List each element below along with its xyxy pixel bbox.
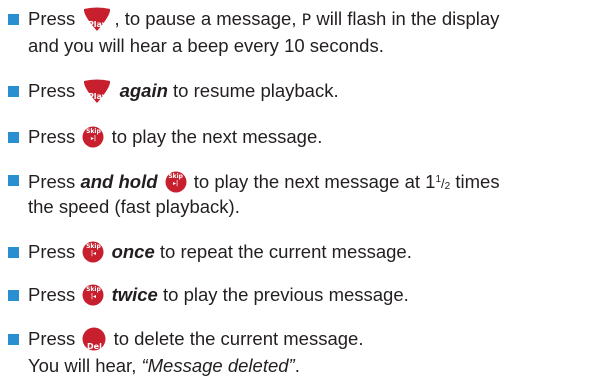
press-text: Press	[28, 241, 76, 262]
instruction-text: the speed (fast playback).	[28, 196, 240, 217]
display-flash-char: P	[301, 10, 312, 29]
play-button-icon: Play	[82, 78, 112, 104]
press-text: Press	[28, 284, 76, 305]
list-item-text: Press Play , to pause a message, P will …	[28, 5, 594, 59]
bullet-square-icon	[8, 175, 19, 186]
list-item-text: Press and hold Skip ▸| to play the next …	[28, 166, 594, 220]
instruction-text: to play the next message.	[111, 126, 323, 147]
quoted-prompt: “Message deleted”	[141, 355, 295, 376]
skip-back-button-icon: Skip |◂	[82, 284, 104, 306]
list-item-text: Press Play again to resume playback.	[28, 77, 594, 104]
list-item-text: Press Del to delete the current message.…	[28, 325, 594, 379]
instruction-text: to play the previous message.	[163, 284, 409, 305]
bullet-square-icon	[8, 247, 19, 258]
instruction-text: to resume playback.	[173, 80, 339, 101]
list-item-text: Press Skip |◂ once to repeat the current…	[28, 238, 594, 265]
instruction-text: You will hear,	[28, 355, 137, 376]
instruction-text: , to pause a message,	[114, 8, 297, 29]
instruction-text: will flash in the display	[316, 8, 500, 29]
delete-button-icon: Del	[82, 327, 106, 351]
instruction-text: to repeat the current message.	[159, 241, 412, 262]
skip-button-icon: Skip ▸|	[165, 171, 187, 193]
fraction-half: 1/2	[435, 174, 451, 192]
bullet-square-icon	[8, 14, 19, 25]
bullet-square-icon	[8, 290, 19, 301]
list-item-text: Press Skip |◂ twice to play the previous…	[28, 281, 594, 308]
press-text: Press	[28, 126, 76, 147]
skip-button-icon: Skip ▸|	[82, 126, 104, 148]
press-text: Press	[28, 8, 76, 29]
press-text: Press	[28, 171, 76, 192]
emphasis-text: twice	[111, 284, 158, 305]
instruction-text: to play the next message at 1	[193, 171, 436, 192]
instruction-text: times	[455, 171, 500, 192]
emphasis-text: once	[111, 241, 155, 262]
skip-back-button-icon: Skip |◂	[82, 241, 104, 263]
emphasis-text: and hold	[80, 171, 158, 192]
bullet-square-icon	[8, 132, 19, 143]
punctuation: .	[294, 355, 300, 376]
bullet-square-icon	[8, 86, 19, 97]
press-text: Press	[28, 328, 76, 349]
press-text: Press	[28, 80, 76, 101]
instruction-text: to delete the current message.	[113, 328, 364, 349]
emphasis-text: again	[119, 80, 168, 101]
play-button-icon: Play	[82, 6, 112, 32]
bullet-square-icon	[8, 334, 19, 345]
list-item-text: Press Skip ▸| to play the next message.	[28, 123, 594, 150]
instruction-text: and you will hear a beep every 10 second…	[28, 35, 384, 56]
